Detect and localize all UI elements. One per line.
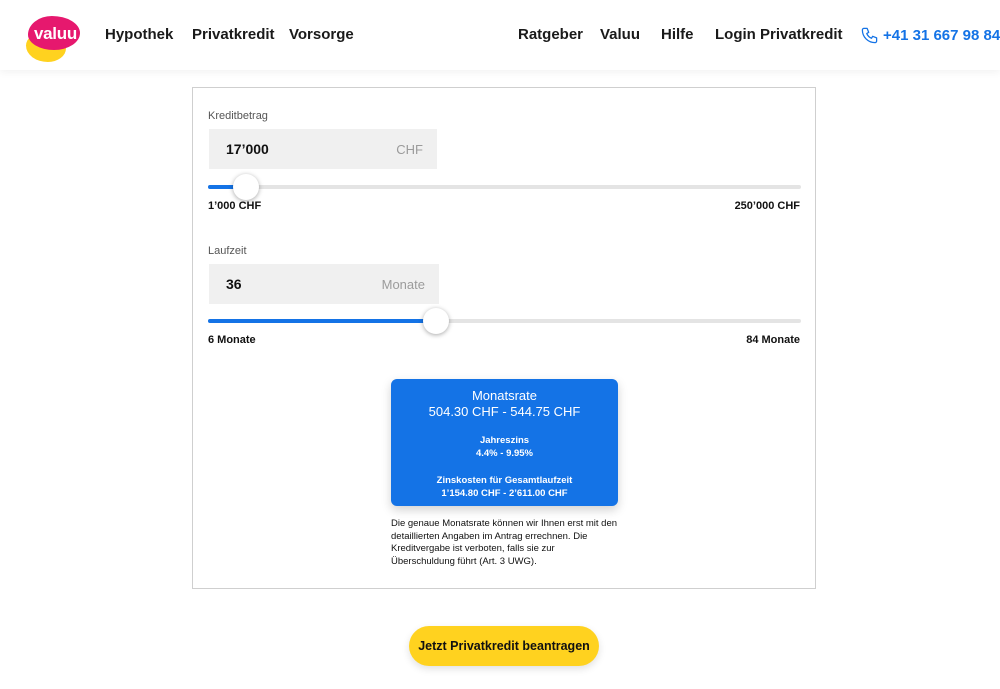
valuu-logo[interactable]: valuu [24, 14, 80, 62]
duration-slider-handle[interactable] [423, 308, 450, 334]
duration-max-label: 84 Monate [746, 334, 800, 346]
nav-login-privatkredit[interactable]: Login Privatkredit [715, 26, 843, 43]
duration-slider-track[interactable] [208, 319, 801, 323]
amount-max-label: 250’000 CHF [734, 200, 800, 212]
duration-slider-fill [208, 319, 437, 323]
amount-min-label: 1’000 CHF [208, 200, 262, 212]
disclaimer-text: Die genaue Monatsrate können wir Ihnen e… [391, 518, 618, 567]
amount-unit: CHF [396, 141, 423, 157]
nav-hypothek[interactable]: Hypothek [105, 26, 173, 43]
total-cost-value: 1’154.80 CHF - 2’611.00 CHF [441, 488, 568, 499]
interest-label: Jahreszins [479, 435, 530, 446]
duration-label: Laufzeit [208, 245, 247, 257]
monthly-rate-title: Monatsrate [471, 388, 538, 403]
monthly-rate-value: 504.30 CHF - 544.75 CHF [428, 404, 581, 419]
apply-privatkredit-button[interactable]: Jetzt Privatkredit beantragen [409, 626, 599, 666]
duration-min-label: 6 Monate [208, 334, 256, 346]
amount-slider-handle[interactable] [233, 174, 260, 200]
amount-value: 17’000 [226, 141, 269, 157]
nav-ratgeber[interactable]: Ratgeber [518, 26, 583, 43]
duration-unit: Monate [381, 276, 425, 292]
total-cost-label: Zinskosten für Gesamtlaufzeit [436, 475, 573, 486]
credit-calculator: Kreditbetrag 17’000 CHF 1’000 CHF 250’00… [192, 87, 816, 589]
interest-value: 4.4% - 9.95% [475, 448, 534, 459]
duration-input[interactable]: 36 Monate [209, 264, 439, 304]
amount-label: Kreditbetrag [208, 110, 268, 122]
phone-icon [861, 27, 878, 44]
nav-hilfe[interactable]: Hilfe [661, 26, 694, 43]
phone-link[interactable]: +41 31 667 98 84 [860, 26, 1000, 45]
nav-vorsorge[interactable]: Vorsorge [289, 26, 354, 43]
amount-slider-track[interactable] [208, 185, 801, 189]
duration-value: 36 [226, 276, 242, 292]
logo-text: valuu [34, 24, 77, 43]
monthly-rate-result: Monatsrate 504.30 CHF - 544.75 CHF Jahre… [391, 379, 618, 506]
phone-number: +41 31 667 98 84 [883, 27, 1000, 44]
amount-input[interactable]: 17’000 CHF [209, 129, 437, 169]
nav-valuu[interactable]: Valuu [600, 26, 640, 43]
site-header: valuu Hypothek Privatkredit Vorsorge Rat… [0, 0, 1000, 70]
nav-privatkredit[interactable]: Privatkredit [192, 26, 275, 43]
